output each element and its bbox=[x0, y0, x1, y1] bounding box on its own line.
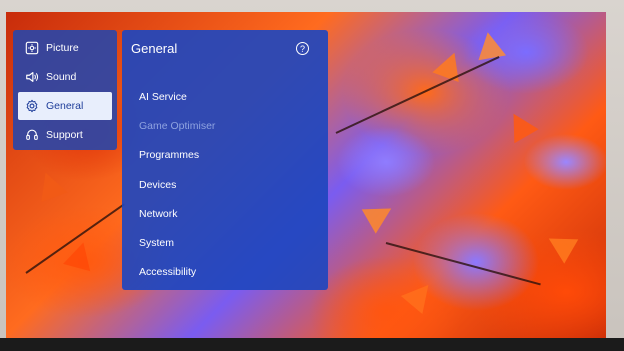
general-settings-panel: General ? AI Service Game Optimiser Prog… bbox=[122, 30, 328, 290]
category-label: Support bbox=[46, 129, 83, 141]
gear-icon bbox=[24, 98, 40, 114]
category-sound[interactable]: Sound bbox=[18, 63, 112, 91]
branch-decoration bbox=[385, 242, 541, 286]
leaf-decoration bbox=[541, 226, 579, 264]
branch-decoration bbox=[335, 56, 500, 134]
menu-item-ai-service[interactable]: AI Service bbox=[139, 82, 215, 111]
speaker-icon bbox=[24, 69, 40, 85]
menu-item-network[interactable]: Network bbox=[139, 199, 215, 228]
menu-item-system[interactable]: System bbox=[139, 228, 215, 257]
menu-item-devices[interactable]: Devices bbox=[139, 170, 215, 199]
menu-item-programmes[interactable]: Programmes bbox=[139, 141, 215, 170]
tv-stand bbox=[0, 338, 624, 351]
headset-icon bbox=[24, 127, 40, 143]
menu-item-accessibility[interactable]: Accessibility bbox=[139, 258, 215, 287]
help-icon[interactable]: ? bbox=[296, 42, 309, 55]
leaf-decoration bbox=[361, 196, 399, 234]
picture-icon bbox=[24, 40, 40, 56]
leaf-decoration bbox=[501, 106, 539, 144]
category-label: Picture bbox=[46, 42, 79, 54]
category-label: Sound bbox=[46, 71, 77, 83]
general-menu-list: AI Service Game Optimiser Programmes Dev… bbox=[139, 82, 215, 287]
menu-item-game-optimiser: Game Optimiser bbox=[139, 119, 216, 132]
category-picture[interactable]: Picture bbox=[18, 34, 112, 62]
category-support[interactable]: Support bbox=[18, 121, 112, 149]
category-label: General bbox=[46, 100, 84, 112]
leaf-decoration bbox=[32, 167, 68, 203]
leaf-decoration bbox=[473, 29, 507, 61]
panel-title: General bbox=[131, 41, 178, 56]
leaf-decoration bbox=[432, 47, 468, 83]
category-general[interactable]: General bbox=[18, 92, 112, 120]
settings-category-panel: Picture Sound General Support bbox=[13, 30, 117, 150]
leaf-decoration bbox=[400, 276, 440, 314]
